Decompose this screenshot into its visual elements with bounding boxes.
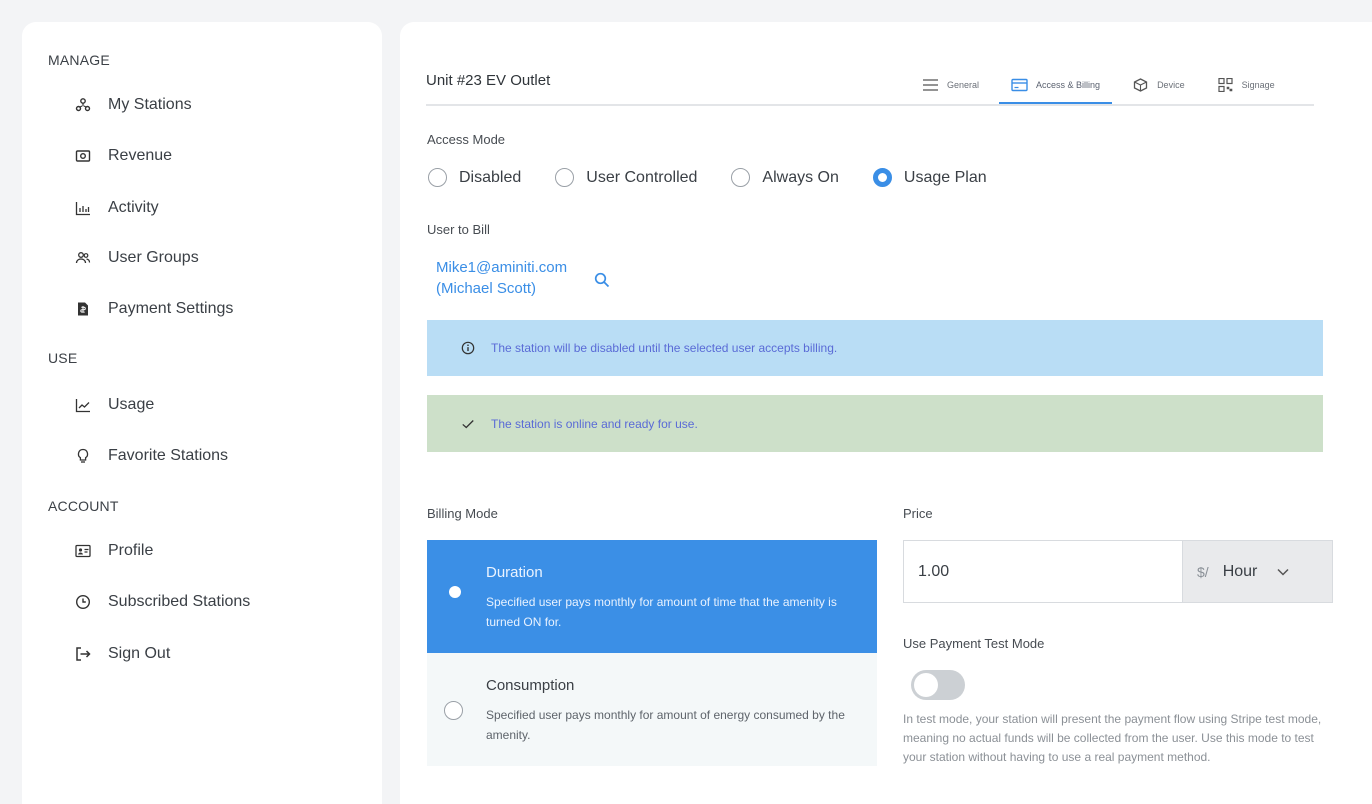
sidebar: MANAGE My Stations Revenue Activity User…	[22, 22, 382, 804]
tab-device[interactable]: Device	[1120, 66, 1197, 104]
sidebar-item-payment-settings[interactable]: Payment Settings	[74, 294, 233, 324]
radio-button-selected[interactable]	[872, 168, 892, 187]
user-name: (Michael Scott)	[436, 280, 537, 297]
info-alert-text: The station will be disabled until the s…	[491, 341, 838, 355]
tab-label: General	[947, 80, 980, 90]
main-panel: Unit #23 EV Outlet General Access & Bill…	[400, 22, 1372, 804]
access-mode-user-controlled[interactable]: User Controlled	[555, 168, 697, 187]
access-mode-always-on[interactable]: Always On	[731, 168, 839, 187]
tab-bar: General Access & Billing Device Signage	[910, 66, 1295, 105]
sidebar-item-label: Activity	[108, 199, 159, 216]
price-label: Price	[903, 506, 933, 521]
billing-option-title: Consumption	[486, 677, 575, 694]
sidebar-item-revenue[interactable]: Revenue	[74, 141, 172, 171]
sidebar-item-label: Usage	[108, 396, 155, 413]
test-mode-toggle[interactable]	[911, 670, 965, 700]
sidebar-item-label: Payment Settings	[108, 300, 234, 317]
user-to-bill-label: User to Bill	[427, 222, 490, 237]
currency-label: $/	[1197, 563, 1209, 580]
divider	[426, 104, 1314, 106]
radio-label: Usage Plan	[903, 168, 987, 186]
billing-mode-label: Billing Mode	[427, 506, 498, 521]
tab-label: Device	[1157, 80, 1185, 90]
sidebar-item-label: Profile	[108, 542, 154, 559]
sidebar-item-label: Subscribed Stations	[108, 593, 251, 610]
qr-code-icon	[1217, 78, 1233, 92]
revenue-icon	[74, 147, 92, 165]
tab-general[interactable]: General	[910, 66, 991, 104]
user-email: Mike1@aminiti.com	[436, 259, 568, 276]
radio-label: Disabled	[459, 168, 522, 186]
radio-label: Always On	[762, 168, 839, 186]
section-use: USE	[48, 350, 78, 366]
section-account: ACCOUNT	[48, 498, 119, 514]
page-title: Unit #23 EV Outlet	[426, 72, 551, 89]
sidebar-item-profile[interactable]: Profile	[74, 536, 153, 566]
sidebar-item-label: Sign Out	[108, 645, 171, 662]
sidebar-item-label: Favorite Stations	[108, 447, 229, 464]
stations-icon	[74, 96, 92, 114]
radio-button[interactable]	[555, 168, 575, 187]
toggle-knob	[914, 673, 938, 697]
radio-button[interactable]	[444, 701, 463, 720]
list-icon	[923, 79, 938, 91]
user-groups-icon	[74, 249, 92, 267]
unit-selected-value: Hour	[1222, 562, 1258, 580]
sidebar-item-favorite-stations[interactable]: Favorite Stations	[74, 441, 228, 471]
access-mode-label: Access Mode	[427, 132, 506, 147]
sidebar-item-label: My Stations	[108, 96, 192, 113]
sidebar-item-my-stations[interactable]: My Stations	[74, 90, 192, 120]
price-input[interactable]	[904, 541, 1182, 602]
sidebar-item-label: Revenue	[108, 147, 173, 164]
radio-button-selected[interactable]	[449, 586, 461, 598]
radio-label: User Controlled	[586, 168, 698, 186]
user-to-bill-link[interactable]: Mike1@aminiti.com (Michael Scott)	[436, 257, 567, 299]
access-mode-usage-plan[interactable]: Usage Plan	[872, 168, 987, 187]
tab-access-billing[interactable]: Access & Billing	[999, 66, 1113, 105]
device-icon	[1133, 78, 1148, 92]
search-icon[interactable]	[594, 272, 610, 288]
test-mode-label: Use Payment Test Mode	[903, 636, 1045, 651]
check-icon	[461, 416, 477, 432]
success-alert-text: The station is online and ready for use.	[491, 416, 698, 431]
activity-icon	[74, 199, 92, 217]
tab-signage[interactable]: Signage	[1205, 66, 1287, 104]
sidebar-item-sign-out[interactable]: Sign Out	[74, 639, 170, 669]
tab-label: Access & Billing	[1036, 80, 1101, 90]
info-alert: The station will be disabled until the s…	[427, 320, 1323, 376]
billing-option-title: Duration	[486, 564, 543, 581]
success-alert: The station is online and ready for use.	[427, 395, 1323, 452]
usage-icon	[74, 396, 92, 414]
sidebar-item-label: User Groups	[108, 249, 199, 266]
sign-out-icon	[74, 645, 92, 663]
billing-option-description: Specified user pays monthly for amount o…	[486, 708, 845, 742]
sidebar-item-subscribed-stations[interactable]: Subscribed Stations	[74, 587, 250, 617]
clock-icon	[74, 593, 92, 611]
price-field-group: $/ Hour	[903, 540, 1333, 603]
lightbulb-icon	[74, 447, 92, 465]
profile-card-icon	[74, 542, 92, 560]
billing-option-description: Specified user pays monthly for amount o…	[486, 595, 837, 629]
tab-label: Signage	[1241, 80, 1275, 90]
billing-option-duration[interactable]: Duration Specified user pays monthly for…	[427, 540, 877, 653]
sidebar-item-user-groups[interactable]: User Groups	[74, 243, 199, 273]
billing-card-icon	[1011, 78, 1028, 92]
price-unit-select[interactable]: $/ Hour	[1182, 541, 1332, 602]
sidebar-item-activity[interactable]: Activity	[74, 193, 159, 223]
info-icon	[461, 340, 477, 356]
chevron-down-icon	[1277, 568, 1289, 576]
access-mode-radio-group: Disabled User Controlled Always On Usage…	[428, 168, 1021, 187]
sidebar-item-usage[interactable]: Usage	[74, 390, 154, 420]
radio-button[interactable]	[731, 168, 751, 187]
radio-button[interactable]	[428, 168, 447, 187]
billing-option-consumption[interactable]: Consumption Specified user pays monthly …	[427, 653, 877, 766]
access-mode-disabled[interactable]: Disabled	[428, 168, 521, 187]
payment-settings-icon	[74, 300, 92, 318]
test-mode-help-text: In test mode, your station will present …	[903, 712, 1322, 764]
section-manage: MANAGE	[48, 52, 110, 68]
